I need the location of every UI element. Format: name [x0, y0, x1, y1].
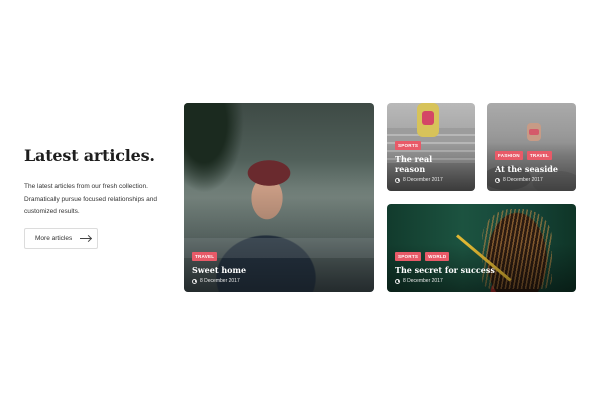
tag-list: SPORTS	[395, 141, 469, 150]
clock-icon	[395, 177, 400, 183]
article-date: 8 December 2017	[192, 278, 368, 284]
article-meta: FASHION TRAVEL At the seaside 8 December…	[495, 151, 570, 183]
tag-travel[interactable]: TRAVEL	[526, 151, 553, 160]
section-description: The latest articles from our fresh colle…	[24, 183, 157, 215]
tag-sports[interactable]: SPORTS	[395, 252, 422, 261]
article-title[interactable]: Sweet home	[192, 265, 368, 275]
article-title[interactable]: At the seaside	[495, 164, 570, 174]
tag-list: TRAVEL	[192, 252, 368, 261]
article-card-at-the-seaside[interactable]: FASHION TRAVEL At the seaside 8 December…	[487, 103, 576, 191]
article-title[interactable]: The real reason	[395, 154, 440, 174]
clock-icon	[495, 177, 500, 183]
tag-fashion[interactable]: FASHION	[495, 151, 523, 160]
article-date: 8 December 2017	[395, 177, 469, 183]
more-articles-label: More articles	[35, 235, 73, 242]
article-title[interactable]: The secret for success	[395, 265, 570, 275]
arrow-right-icon	[80, 236, 92, 242]
more-articles-button[interactable]: More articles	[24, 228, 98, 249]
tag-world[interactable]: WORLD	[425, 252, 450, 261]
article-card-the-real-reason[interactable]: SPORTS The real reason 8 December 2017	[387, 103, 475, 191]
article-date: 8 December 2017	[495, 177, 570, 183]
article-card-the-secret-for-success[interactable]: SPORTS WORLD The secret for success 8 De…	[387, 204, 576, 292]
article-card-sweet-home[interactable]: TRAVEL Sweet home 8 December 2017	[184, 103, 374, 292]
article-date: 8 December 2017	[395, 278, 570, 284]
article-meta: TRAVEL Sweet home 8 December 2017	[192, 252, 368, 284]
latest-articles-intro: Latest articles. The latest articles fro…	[24, 146, 164, 219]
section-title: Latest articles.	[24, 146, 155, 165]
clock-icon	[395, 278, 400, 284]
tag-sports[interactable]: SPORTS	[395, 141, 422, 150]
article-date-text: 8 December 2017	[200, 278, 240, 284]
tag-travel[interactable]: TRAVEL	[192, 252, 218, 261]
article-date-text: 8 December 2017	[503, 177, 543, 183]
tag-list: FASHION TRAVEL	[495, 151, 570, 160]
article-date-text: 8 December 2017	[403, 278, 443, 284]
tag-list: SPORTS WORLD	[395, 252, 570, 261]
article-meta: SPORTS The real reason 8 December 2017	[395, 141, 469, 183]
article-meta: SPORTS WORLD The secret for success 8 De…	[395, 252, 570, 284]
article-date-text: 8 December 2017	[403, 177, 443, 183]
clock-icon	[192, 278, 197, 284]
